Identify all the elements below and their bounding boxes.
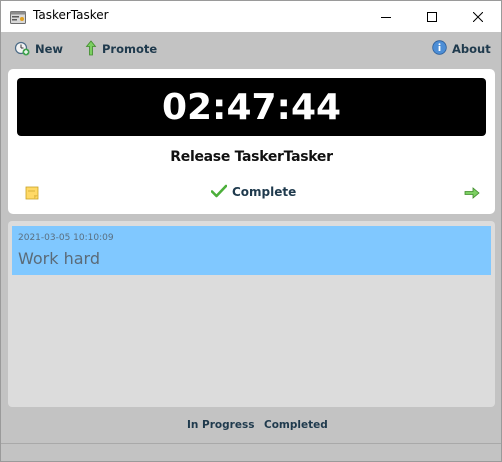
arrow-right-icon	[464, 185, 480, 204]
maximize-icon	[427, 11, 437, 22]
close-icon	[473, 11, 483, 22]
task-title: Release TaskerTasker	[170, 149, 333, 165]
note-button[interactable]	[25, 185, 39, 200]
about-button-label: About	[452, 42, 491, 56]
checkmark-icon	[210, 184, 228, 201]
minimize-button[interactable]	[363, 1, 409, 32]
new-task-icon	[14, 40, 30, 59]
filter-tabs: In Progress Completed	[1, 413, 501, 437]
log-text: Work hard	[18, 249, 100, 268]
tab-in-progress[interactable]: In Progress	[187, 419, 254, 431]
tab-completed[interactable]: Completed	[264, 419, 328, 431]
maximize-button[interactable]	[409, 1, 455, 32]
promote-button-label: Promote	[102, 42, 158, 56]
info-icon	[432, 40, 447, 58]
list-item[interactable]: 2021-03-05 10:10:09 Work hard	[12, 226, 491, 275]
new-button[interactable]: New	[14, 40, 63, 58]
log-list[interactable]: 2021-03-05 10:10:09 Work hard	[8, 221, 495, 407]
app-window-icon	[10, 9, 26, 24]
window-title: TaskerTasker	[33, 8, 109, 22]
about-button[interactable]: About	[432, 40, 491, 58]
next-task-button[interactable]	[464, 185, 480, 199]
toolbar: New Promote About	[1, 32, 501, 65]
new-button-label: New	[35, 42, 64, 56]
promote-button[interactable]: Promote	[85, 39, 158, 59]
current-task-card: 02:47:44 Release TaskerTasker Complete	[8, 69, 495, 214]
minimize-icon	[381, 16, 391, 18]
app-window: TaskerTasker New Promote About 02:47:44 …	[0, 0, 502, 462]
close-button[interactable]	[455, 1, 501, 32]
arrow-up-icon	[85, 39, 97, 59]
status-bar	[1, 443, 501, 461]
complete-button[interactable]: Complete	[210, 184, 297, 201]
note-icon	[25, 185, 39, 204]
log-timestamp: 2021-03-05 10:10:09	[18, 233, 114, 243]
title-bar: TaskerTasker	[1, 1, 501, 32]
complete-button-label: Complete	[232, 185, 297, 199]
task-timer: 02:47:44	[17, 78, 486, 136]
